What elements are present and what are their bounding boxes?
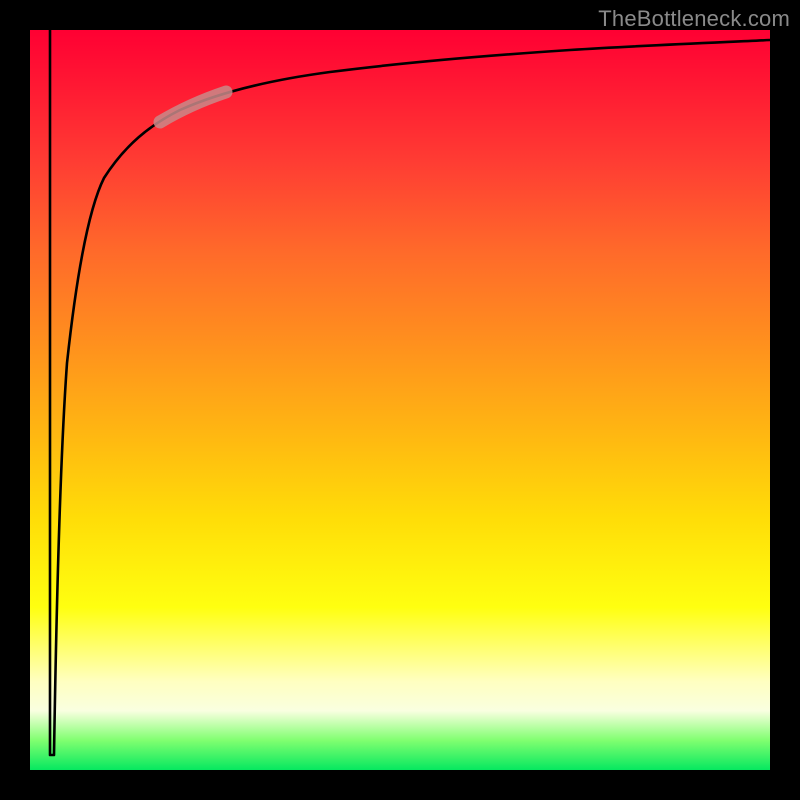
chart-container: TheBottleneck.com: [0, 0, 800, 800]
gradient-plot-area: [30, 30, 770, 770]
attribution-text: TheBottleneck.com: [598, 6, 790, 32]
